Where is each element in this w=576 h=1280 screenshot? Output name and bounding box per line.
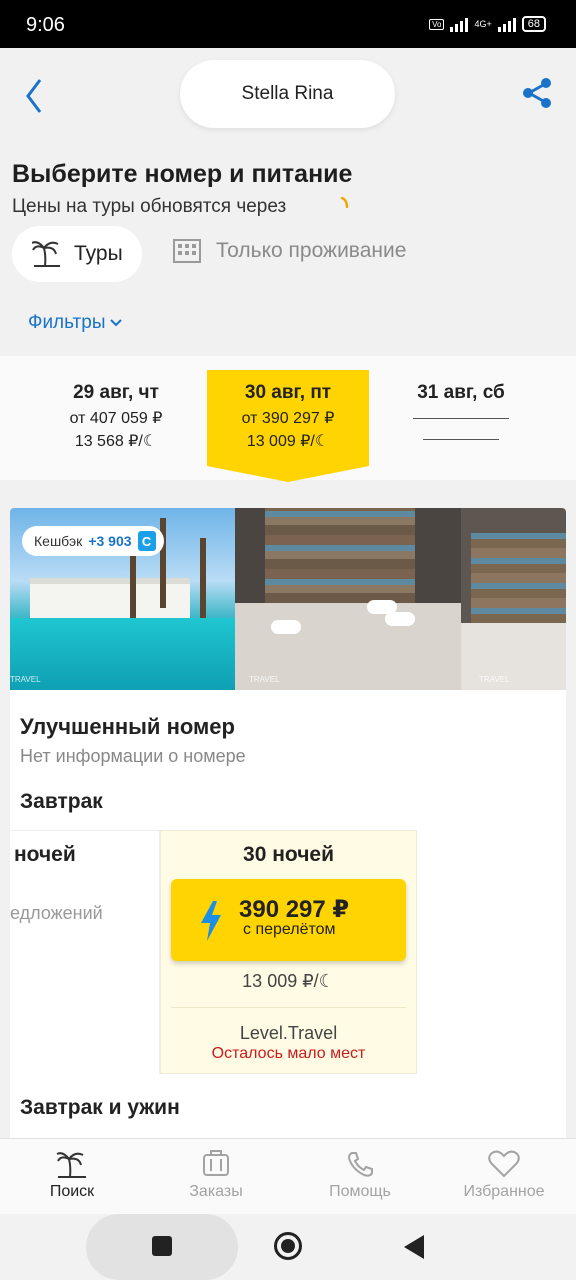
photo-towel bbox=[385, 612, 415, 626]
nights-label: ночей bbox=[14, 843, 76, 866]
date-label: 31 авг, сб bbox=[417, 382, 505, 403]
signal-icon bbox=[450, 16, 469, 32]
hotel-photo-bedroom: TRAVEL bbox=[235, 508, 461, 690]
status-icons: Vo 4G+ 68 bbox=[429, 16, 546, 32]
room-info: Нет информации о номере bbox=[20, 746, 246, 766]
photo-building bbox=[30, 578, 190, 618]
divider bbox=[171, 1007, 406, 1008]
cashback-icon: С bbox=[137, 531, 156, 551]
offer-column-selected: 30 ночей 390 297 ₽ с перелётом 13 009 ₽/… bbox=[160, 830, 417, 1074]
signal-icon-2 bbox=[497, 16, 516, 32]
offer-price-note: с перелётом bbox=[243, 921, 336, 938]
tab-tours[interactable]: Туры bbox=[12, 226, 142, 282]
tab-label: Заказы bbox=[189, 1183, 243, 1200]
photo-watermark: TRAVEL bbox=[249, 675, 280, 684]
book-price-button[interactable]: 390 297 ₽ с перелётом bbox=[171, 879, 406, 961]
photo-watermark: TRAVEL bbox=[479, 675, 510, 684]
loading-spinner-icon bbox=[340, 197, 349, 209]
photo-towel bbox=[271, 620, 301, 634]
price-placeholder bbox=[413, 418, 509, 419]
share-icon[interactable] bbox=[520, 76, 554, 110]
offer-per-night: 13 009 ₽/☾ bbox=[242, 971, 335, 991]
hotel-photo-bedroom-2: TRAVEL bbox=[461, 508, 566, 690]
lightning-icon bbox=[201, 901, 221, 941]
cashback-badge: Кешбэк +3 903 С bbox=[22, 526, 164, 556]
volte-icon: Vo bbox=[429, 18, 445, 30]
meal-plan-breakfast: Завтрак bbox=[20, 790, 103, 813]
photo-wall bbox=[265, 508, 415, 603]
tab-stay-only[interactable]: Только проживание bbox=[172, 238, 406, 264]
page-title: Выберите номер и питание bbox=[12, 160, 353, 188]
page-subtitle: Цены на туры обновятся через bbox=[12, 196, 287, 217]
date-label: 29 авг, чт bbox=[73, 382, 159, 403]
offers-label: едложений bbox=[10, 903, 103, 923]
date-selector: 29 авг, чт от 407 059 ₽ 13 568 ₽/☾ 30 ав… bbox=[0, 356, 576, 482]
chevron-down-icon bbox=[110, 319, 123, 327]
system-back-icon[interactable] bbox=[404, 1235, 424, 1259]
tab-help[interactable]: Помощь bbox=[288, 1149, 432, 1201]
heart-icon bbox=[488, 1150, 520, 1178]
tab-label: Избранное bbox=[463, 1183, 545, 1200]
tab-search[interactable]: Поиск bbox=[0, 1149, 144, 1201]
cashback-value: +3 903 bbox=[88, 533, 132, 549]
cashback-label: Кешбэк bbox=[34, 533, 83, 549]
tab-favorites[interactable]: Избранное bbox=[432, 1149, 576, 1201]
suitcase-icon bbox=[203, 1150, 229, 1176]
bottom-tab-bar: Поиск Заказы Помощь Избранное bbox=[0, 1138, 576, 1214]
meal-plan-breakfast-dinner[interactable]: Завтрак и ужин bbox=[20, 1096, 180, 1120]
photo-wall bbox=[471, 533, 566, 623]
photo-bed bbox=[461, 623, 566, 690]
room-card: TRAVEL TRAVEL TRAVEL Кешбэк +3 903 С Улу… bbox=[10, 508, 566, 1148]
recent-apps-icon[interactable] bbox=[152, 1236, 172, 1256]
date-label: 30 авг, пт bbox=[244, 382, 332, 403]
app-header: Stella Rina bbox=[0, 48, 576, 140]
date-per-night: 13 009 ₽/☾ bbox=[246, 433, 330, 450]
palm-search-icon bbox=[56, 1152, 86, 1178]
price-placeholder bbox=[423, 439, 499, 440]
palm-icon bbox=[32, 241, 60, 267]
room-photos[interactable]: TRAVEL TRAVEL TRAVEL Кешбэк +3 903 С bbox=[10, 508, 566, 690]
building-icon bbox=[173, 239, 201, 263]
tour-operator: Level.Travel bbox=[239, 1023, 338, 1043]
date-option[interactable]: 31 авг, сб bbox=[380, 368, 542, 440]
tab-label: Поиск bbox=[49, 1183, 95, 1200]
filters-label: Фильтры bbox=[28, 312, 106, 333]
tab-stay-only-label: Только проживание bbox=[216, 239, 407, 262]
status-time: 9:06 bbox=[26, 14, 65, 36]
offer-price: 390 297 ₽ bbox=[239, 896, 350, 923]
room-title: Улучшенный номер bbox=[20, 714, 235, 739]
phone-icon bbox=[347, 1152, 373, 1177]
system-nav-bar bbox=[0, 1214, 576, 1280]
filters-button[interactable]: Фильтры bbox=[28, 312, 123, 334]
photo-watermark: TRAVEL bbox=[10, 675, 41, 684]
hotel-title: Stella Rina bbox=[180, 60, 395, 128]
tab-orders[interactable]: Заказы bbox=[144, 1149, 288, 1201]
photo-palm bbox=[200, 538, 206, 628]
date-per-night: 13 568 ₽/☾ bbox=[74, 433, 158, 450]
back-icon[interactable] bbox=[22, 76, 52, 116]
battery-icon: 68 bbox=[521, 16, 546, 32]
availability-warning: Осталось мало мест bbox=[211, 1045, 366, 1062]
date-price: от 390 297 ₽ bbox=[241, 410, 335, 427]
nights-label: 30 ночей bbox=[243, 843, 334, 866]
status-bar: 9:06 Vo 4G+ 68 bbox=[0, 0, 576, 48]
offer-column-partial[interactable]: ночей едложений bbox=[10, 830, 160, 1074]
date-option-selected[interactable]: 30 авг, пт от 390 297 ₽ 13 009 ₽/☾ bbox=[207, 370, 369, 482]
date-price: от 407 059 ₽ bbox=[69, 410, 163, 427]
network-type: 4G+ bbox=[474, 19, 492, 29]
tab-label: Помощь bbox=[329, 1183, 391, 1200]
home-icon[interactable] bbox=[274, 1232, 302, 1260]
tab-tours-label: Туры bbox=[74, 242, 123, 265]
date-option[interactable]: 29 авг, чт от 407 059 ₽ 13 568 ₽/☾ bbox=[35, 368, 197, 451]
photo-pool bbox=[10, 618, 235, 690]
